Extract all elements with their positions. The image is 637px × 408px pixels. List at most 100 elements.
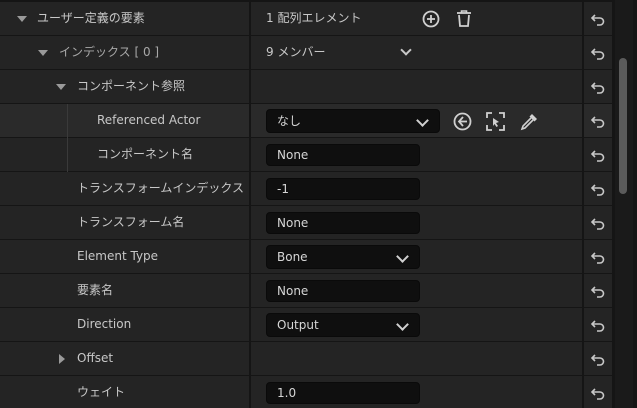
value-cell: None	[251, 206, 582, 239]
reset-cell	[584, 70, 612, 103]
name-cell: コンポーネント名	[0, 138, 249, 171]
weight-label: ウェイト	[77, 385, 126, 399]
index-label: インデックス [ 0 ]	[59, 45, 160, 59]
name-cell: 要素名	[0, 274, 249, 307]
element-name-input[interactable]: None	[266, 280, 420, 302]
name-cell: ウェイト	[0, 376, 249, 408]
value-cell: -1	[251, 172, 582, 205]
direction-combo[interactable]: Output	[266, 313, 420, 337]
user-elements-label: ユーザー定義の要素	[37, 11, 145, 25]
row-element-name: 要素名 None	[0, 274, 612, 307]
value-cell	[251, 342, 582, 375]
row-transform-index: トランスフォームインデックス -1	[0, 172, 612, 205]
transform-index-label: トランスフォームインデックス	[77, 181, 245, 195]
add-circle-icon[interactable]	[422, 10, 440, 28]
member-count: 9 メンバー	[266, 45, 326, 59]
direction-value: Output	[277, 318, 319, 332]
reset-cell	[584, 172, 612, 205]
reset-arrow-icon[interactable]	[590, 45, 606, 61]
row-direction: Direction Output	[0, 308, 612, 341]
value-cell: 1.0	[251, 376, 582, 408]
reset-cell	[584, 274, 612, 307]
offset-label: Offset	[77, 351, 114, 365]
name-cell: Element Type	[0, 240, 249, 273]
name-cell: トランスフォームインデックス	[0, 172, 249, 205]
row-index: インデックス [ 0 ] 9 メンバー	[0, 36, 612, 69]
name-cell: トランスフォーム名	[0, 206, 249, 239]
trash-icon[interactable]	[456, 9, 472, 28]
row-element-type: Element Type Bone	[0, 240, 612, 273]
reset-cell	[584, 36, 612, 69]
value-cell: 9 メンバー	[251, 36, 582, 69]
name-cell: Direction	[0, 308, 249, 341]
chevron-down-icon	[416, 114, 429, 127]
referenced-actor-label: Referenced Actor	[97, 113, 201, 127]
reset-cell	[584, 240, 612, 273]
value-cell: Output	[251, 308, 582, 341]
value-cell: None	[251, 274, 582, 307]
reset-arrow-icon[interactable]	[590, 317, 606, 333]
indent-guide	[67, 104, 68, 172]
name-cell: コンポーネント参照	[0, 70, 249, 103]
arrow-left-circle-icon[interactable]	[453, 112, 472, 131]
chevron-down-icon	[396, 318, 409, 331]
chevron-down-icon[interactable]	[400, 44, 412, 56]
name-cell: Offset	[0, 342, 249, 375]
name-cell: Referenced Actor	[0, 104, 249, 137]
reset-arrow-icon[interactable]	[590, 351, 606, 367]
chevron-down-icon	[396, 250, 409, 263]
reset-cell	[584, 104, 612, 137]
component-name-input[interactable]: None	[266, 144, 420, 166]
details-panel: ユーザー定義の要素 1 配列エレメント インデックス [0] 9 メンバー …	[0, 0, 637, 408]
select-actor-icon[interactable]	[486, 112, 505, 131]
expand-arrow-icon[interactable]	[38, 50, 48, 56]
reset-arrow-icon[interactable]	[590, 147, 606, 163]
value-cell: None	[251, 138, 582, 171]
value-cell	[251, 70, 582, 103]
element-type-label: Element Type	[77, 249, 159, 263]
reset-arrow-icon[interactable]	[590, 181, 606, 197]
value-cell: Bone	[251, 240, 582, 273]
row-component-ref: コンポーネント参照	[0, 70, 612, 103]
name-cell: ユーザー定義の要素	[0, 2, 249, 35]
transform-name-label: トランスフォーム名	[77, 215, 185, 229]
row-component-name: コンポーネント名 None	[0, 138, 612, 171]
scrollbar-thumb[interactable]	[619, 58, 627, 194]
row-offset: Offset	[0, 342, 612, 375]
direction-label: Direction	[77, 317, 132, 331]
element-type-combo[interactable]: Bone	[266, 245, 420, 269]
expand-arrow-icon[interactable]	[56, 84, 66, 90]
row-transform-name: トランスフォーム名 None	[0, 206, 612, 239]
referenced-actor-combo[interactable]: なし	[266, 109, 440, 133]
array-count: 1 配列エレメント	[266, 11, 362, 25]
reset-cell	[584, 342, 612, 375]
referenced-actor-value: なし	[277, 114, 302, 128]
weight-input[interactable]: 1.0	[266, 382, 420, 404]
eyedropper-icon[interactable]	[520, 112, 539, 131]
transform-name-input[interactable]: None	[266, 212, 420, 234]
row-user-elements: ユーザー定義の要素 1 配列エレメント	[0, 2, 612, 35]
transform-index-input[interactable]: -1	[266, 178, 420, 200]
reset-arrow-icon[interactable]	[590, 113, 606, 129]
reset-arrow-icon[interactable]	[590, 385, 606, 401]
reset-cell	[584, 376, 612, 408]
element-type-value: Bone	[277, 250, 308, 264]
reset-arrow-icon[interactable]	[590, 283, 606, 299]
component-ref-label: コンポーネント参照	[77, 79, 186, 93]
reset-cell	[584, 308, 612, 341]
reset-arrow-icon[interactable]	[590, 215, 606, 231]
reset-cell	[584, 138, 612, 171]
row-referenced-actor: Referenced Actor なし	[0, 104, 612, 137]
row-weight: ウェイト 1.0	[0, 376, 612, 408]
reset-arrow-icon[interactable]	[590, 79, 606, 95]
collapse-arrow-icon[interactable]	[59, 354, 65, 364]
expand-arrow-icon[interactable]	[17, 16, 27, 22]
reset-cell	[584, 2, 612, 35]
value-cell: なし	[251, 104, 582, 137]
element-name-label: 要素名	[77, 283, 114, 297]
value-cell: 1 配列エレメント	[251, 2, 582, 35]
reset-cell	[584, 206, 612, 239]
reset-arrow-icon[interactable]	[590, 11, 606, 27]
name-cell: インデックス [ 0 ]	[0, 36, 249, 69]
reset-arrow-icon[interactable]	[590, 249, 606, 265]
